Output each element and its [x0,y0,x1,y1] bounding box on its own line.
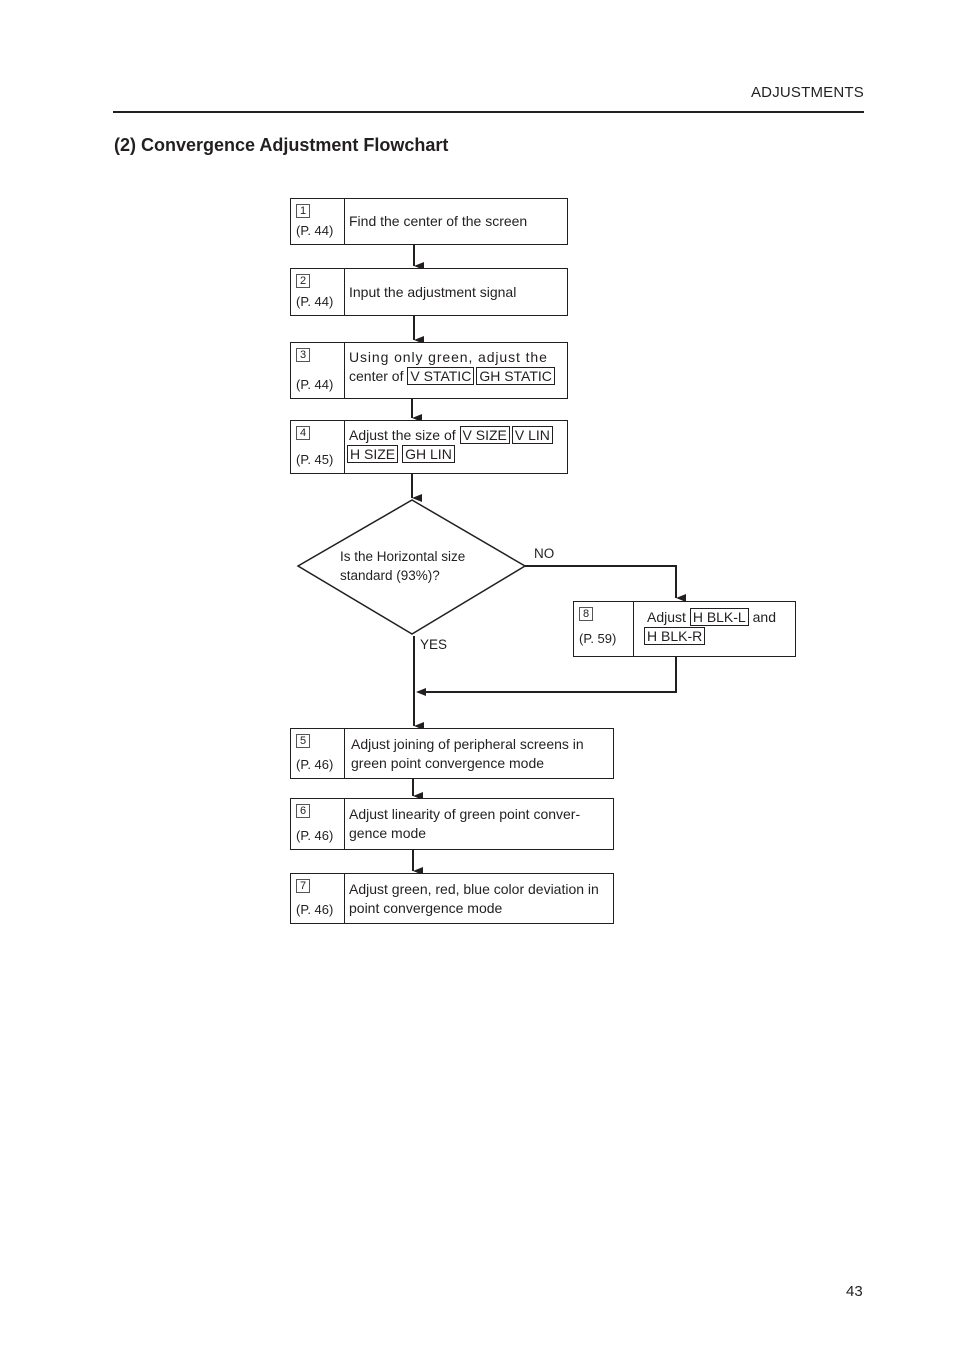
arrow-return [418,657,677,693]
control-tag-v-static: V STATIC [407,367,475,385]
step-text: Adjust green, red, blue color deviation … [349,880,599,916]
control-tag-h-size: H SIZE [347,445,399,463]
step-number: 2 [296,274,311,288]
step-text: Adjust linearity of green point conver-g… [349,806,581,841]
step-text: Adjust the size of [349,427,456,443]
step-6-box: 6 (P. 46) Adjust linearity of green point… [290,798,614,850]
step-4-box: 4 (P. 45) Adjust the size of V SIZE V LIN … [290,420,568,474]
step-number: 6 [296,804,311,818]
step-7-box: 7 (P. 46) Adjust green, red, blue color d… [290,873,614,924]
return-arrowhead [416,688,426,696]
page-ref: (P. 44) [296,223,334,238]
step-text: Input the adjustment signal [349,283,517,300]
page-ref: (P. 46) [296,828,334,843]
page-number: 43 [846,1283,863,1300]
page-ref: (P. 44) [296,377,334,392]
step-text: Adjust joining of peripheral screens in … [351,735,584,771]
page-ref: (P. 45) [296,452,334,467]
page-ref: (P. 46) [296,757,334,772]
page-ref: (P. 44) [296,294,334,309]
page-ref: (P. 59) [579,631,617,646]
step-8-box: 8 (P. 59) Adjust H BLK-L and H BLK-R [573,601,796,657]
arrow-no-branch [525,565,686,602]
step-number: 3 [296,348,311,362]
step-number: 4 [296,426,311,440]
step-number: 8 [579,607,594,621]
step-3-box: 3 (P. 44) Using only green, adjust the ce… [290,342,568,399]
step-text: Adjust [647,609,686,625]
step-number: 1 [296,204,311,218]
control-tag-h-blk-r: H BLK-R [644,627,706,645]
step-text: Find the center of the screen [349,213,528,229]
step-number: 5 [296,734,311,748]
control-tag-h-blk-l: H BLK-L [689,608,749,626]
step-text-line2: center of [349,368,404,384]
control-tag-gh-static: GH STATIC [476,367,555,385]
step-text-line1: Using only green, adjust the [349,349,548,365]
step-5-box: 5 (P. 46) Adjust joining of peripheral sc… [290,728,614,779]
page-ref: (P. 46) [296,902,334,917]
step-2-box: 2 (P. 44) Input the adjustment signal [290,268,568,316]
step-text-joiner: and [752,609,776,625]
decision-yes-label: YES [420,637,448,652]
control-tag-v-size: V SIZE [459,426,510,444]
decision-no-label: NO [534,546,555,561]
control-tag-v-lin: V LIN [511,426,553,444]
control-tag-gh-lin: GH LIN [402,445,455,463]
step-1-box: 1 (P. 44) Find the center of the screen [290,198,568,245]
step-number: 7 [296,879,311,893]
decision-question: Is the Horizontal size standard (93%)? [340,549,466,583]
